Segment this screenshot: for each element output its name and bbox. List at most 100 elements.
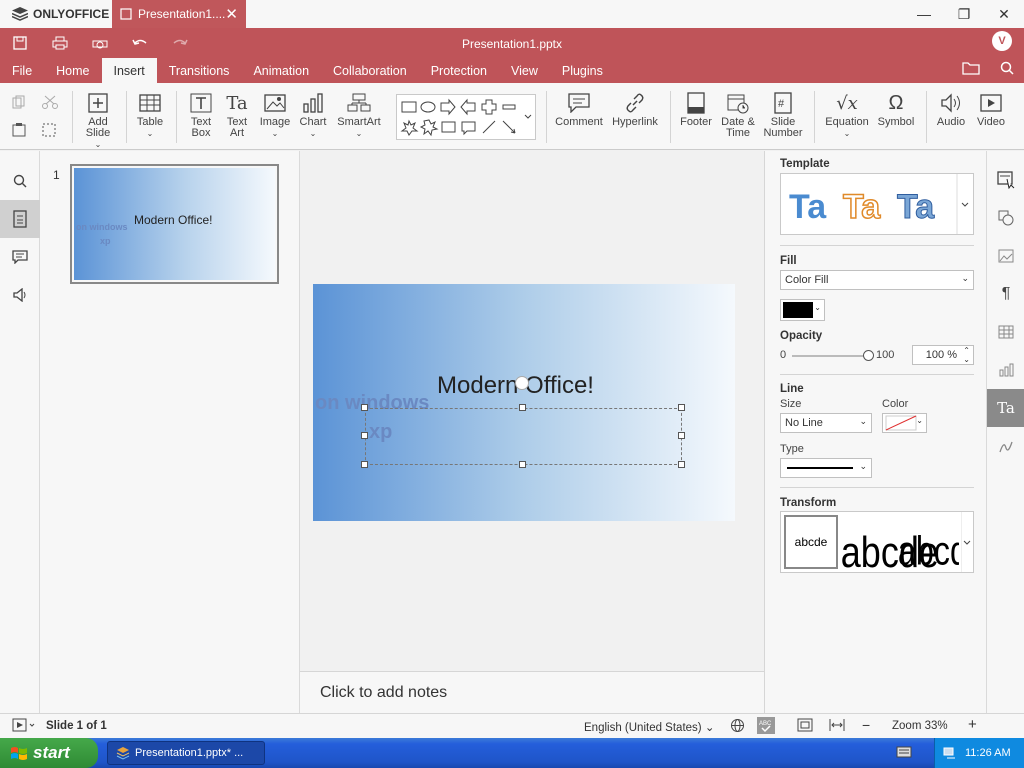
table-settings-icon[interactable] bbox=[987, 313, 1024, 351]
svg-text:Ta: Ta bbox=[843, 188, 881, 226]
opacity-input[interactable]: 100 % ⌃ ⌄ bbox=[912, 345, 974, 365]
signature-settings-icon[interactable] bbox=[987, 427, 1024, 465]
left-rail bbox=[0, 151, 40, 713]
equation-icon: √x bbox=[836, 92, 858, 114]
selected-text-box[interactable] bbox=[365, 408, 682, 465]
fill-type-dropdown[interactable]: Color Fill ⌄ bbox=[780, 270, 974, 290]
menu-view[interactable]: View bbox=[499, 58, 550, 83]
line-color-picker[interactable]: ⌄ bbox=[882, 413, 927, 433]
table-button[interactable]: Table ⌄ bbox=[132, 91, 168, 139]
resize-handle-e[interactable] bbox=[678, 432, 685, 439]
image-settings-icon[interactable] bbox=[987, 237, 1024, 275]
menu-insert[interactable]: Insert bbox=[101, 58, 157, 83]
slide-number-button[interactable]: # Slide Number bbox=[762, 91, 804, 139]
minimize-button[interactable]: — bbox=[904, 0, 944, 28]
open-folder-icon[interactable] bbox=[962, 61, 980, 78]
hyperlink-icon bbox=[626, 93, 644, 113]
menu-file[interactable]: File bbox=[0, 58, 44, 83]
document-tab[interactable]: Presentation1.... ✕ bbox=[112, 0, 246, 28]
resize-handle-se[interactable] bbox=[678, 461, 685, 468]
menu-plugins[interactable]: Plugins bbox=[550, 58, 615, 83]
add-slide-button[interactable]: Add Slide ⌄ bbox=[78, 91, 118, 150]
globe-icon[interactable] bbox=[730, 718, 745, 736]
audio-button[interactable]: Audio bbox=[932, 91, 970, 128]
spellcheck-icon[interactable]: ABC bbox=[757, 717, 775, 737]
clock[interactable]: 11:26 AM bbox=[965, 747, 1011, 759]
date-time-button[interactable]: Date & Time bbox=[718, 91, 758, 139]
menu-protection[interactable]: Protection bbox=[419, 58, 499, 83]
slide-canvas[interactable]: Modern Office! on windows xp bbox=[313, 284, 735, 521]
transform-gallery[interactable]: abcde abcde abcde bbox=[780, 511, 974, 573]
resize-handle-sw[interactable] bbox=[361, 461, 368, 468]
windows-taskbar: start Presentation1.pptx* ... 11:26 AM bbox=[0, 738, 1024, 768]
transform-none-option[interactable]: abcde bbox=[784, 515, 838, 569]
video-button[interactable]: Video bbox=[972, 91, 1010, 128]
text-box-button[interactable]: Text Box bbox=[184, 91, 218, 139]
menu-collaboration[interactable]: Collaboration bbox=[321, 58, 419, 83]
fit-width-icon[interactable] bbox=[829, 718, 845, 735]
fit-slide-icon[interactable] bbox=[797, 718, 813, 735]
start-button[interactable]: start bbox=[0, 738, 98, 768]
search-icon[interactable] bbox=[1000, 61, 1014, 78]
search-rail-icon[interactable] bbox=[0, 162, 40, 200]
slides-rail-icon[interactable] bbox=[0, 200, 40, 238]
close-tab-icon[interactable]: ✕ bbox=[225, 7, 238, 22]
text-art-settings-icon[interactable]: Ta bbox=[987, 389, 1024, 427]
equation-button[interactable]: √x Equation ⌄ bbox=[822, 91, 872, 139]
omega-icon: Ω bbox=[888, 91, 904, 114]
line-label: Line bbox=[780, 383, 804, 395]
shape-settings-icon[interactable] bbox=[987, 199, 1024, 237]
paste-icon[interactable] bbox=[12, 123, 26, 140]
status-bar: Slide 1 of 1 English (United States) ⌄ A… bbox=[0, 713, 1024, 738]
smartart-button[interactable]: SmartArt ⌄ bbox=[334, 91, 384, 139]
resize-handle-s[interactable] bbox=[519, 461, 526, 468]
opacity-slider-thumb[interactable] bbox=[863, 350, 874, 361]
user-avatar[interactable]: V bbox=[992, 31, 1012, 51]
menu-animation[interactable]: Animation bbox=[241, 58, 321, 83]
fill-label: Fill bbox=[780, 255, 797, 267]
resize-handle-nw[interactable] bbox=[361, 404, 368, 411]
taskbar-presentation-button[interactable]: Presentation1.pptx* ... bbox=[107, 741, 265, 765]
menu-home[interactable]: Home bbox=[44, 58, 101, 83]
footer-button[interactable]: Footer bbox=[678, 91, 714, 128]
symbol-button[interactable]: Ω Symbol bbox=[874, 91, 918, 128]
comments-rail-icon[interactable] bbox=[0, 238, 40, 276]
feedback-rail-icon[interactable] bbox=[0, 276, 40, 314]
line-type-dropdown[interactable]: ⌄ bbox=[780, 458, 872, 478]
text-art-button[interactable]: Ta Text Art bbox=[222, 91, 252, 139]
resize-handle-n[interactable] bbox=[519, 404, 526, 411]
language-selector[interactable]: English (United States) ⌄ bbox=[584, 720, 714, 734]
cut-icon[interactable] bbox=[42, 95, 58, 112]
transform-warp-options-icon: abcde abcde bbox=[841, 527, 959, 572]
audio-icon bbox=[941, 93, 960, 113]
keyboard-tray-icon[interactable] bbox=[896, 746, 912, 761]
shapes-gallery[interactable] bbox=[396, 94, 536, 140]
fill-color-picker[interactable]: ⌄ bbox=[780, 299, 825, 321]
slide-settings-icon[interactable] bbox=[987, 161, 1024, 199]
hyperlink-button[interactable]: Hyperlink bbox=[610, 91, 660, 128]
slide-thumbnail[interactable]: Modern Office! on windows xp bbox=[70, 164, 279, 284]
paragraph-settings-icon[interactable]: ¶ bbox=[987, 275, 1024, 313]
select-all-icon[interactable] bbox=[42, 123, 58, 140]
line-size-dropdown[interactable]: No Line ⌄ bbox=[780, 413, 872, 433]
notes-placeholder[interactable]: Click to add notes bbox=[300, 671, 764, 713]
template-gallery[interactable]: Ta Ta Ta bbox=[780, 173, 974, 235]
play-slideshow-icon[interactable] bbox=[12, 718, 36, 735]
opacity-slider-track[interactable] bbox=[792, 355, 868, 357]
document-tab-label: Presentation1.... bbox=[138, 7, 226, 21]
comment-button[interactable]: Comment bbox=[554, 91, 604, 128]
chart-settings-icon[interactable] bbox=[987, 351, 1024, 389]
rotate-handle[interactable] bbox=[515, 376, 529, 390]
image-button[interactable]: Image ⌄ bbox=[258, 91, 292, 139]
menu-transitions[interactable]: Transitions bbox=[157, 58, 242, 83]
zoom-in-button[interactable]: + bbox=[968, 716, 977, 733]
resize-handle-w[interactable] bbox=[361, 432, 368, 439]
text-art-settings-panel: Template Ta Ta Ta Fill Color Fill ⌄ ⌄ Opa… bbox=[764, 151, 986, 713]
add-slide-icon bbox=[88, 93, 108, 113]
zoom-out-button[interactable]: − bbox=[862, 717, 870, 733]
copy-icon[interactable] bbox=[12, 95, 26, 112]
chart-button[interactable]: Chart ⌄ bbox=[296, 91, 330, 139]
close-window-button[interactable]: ✕ bbox=[984, 0, 1024, 28]
resize-handle-ne[interactable] bbox=[678, 404, 685, 411]
maximize-button[interactable]: ❐ bbox=[944, 0, 984, 28]
